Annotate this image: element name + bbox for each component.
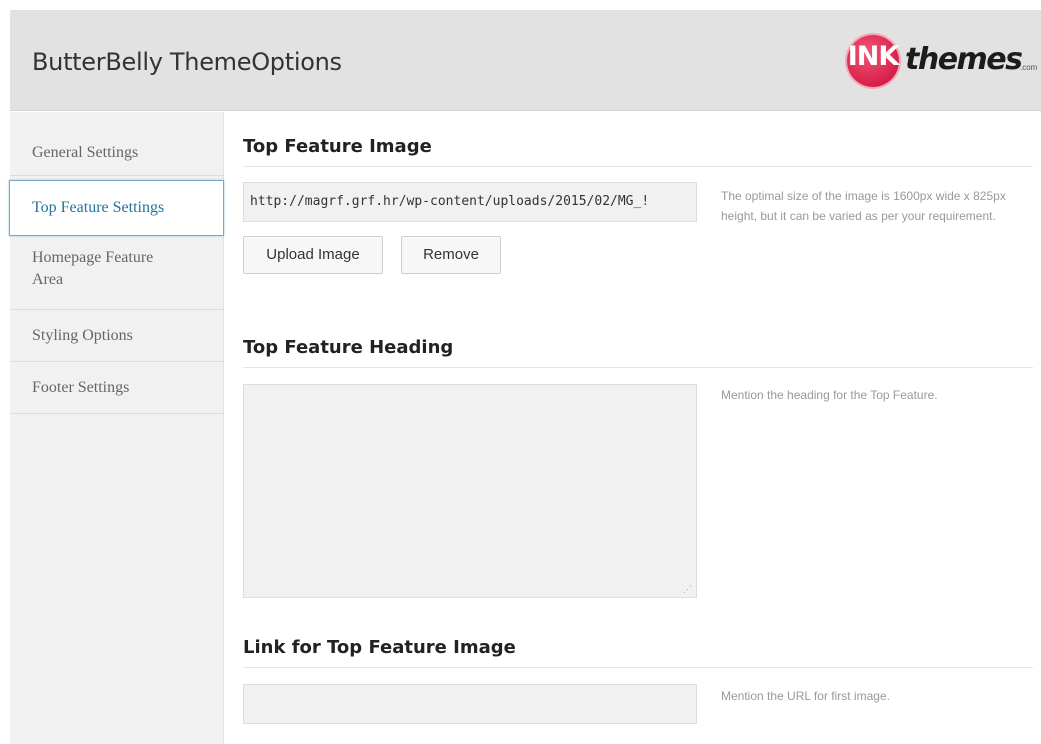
logo-suffix: .com: [1020, 63, 1038, 72]
sidebar-item-label: Footer Settings: [32, 379, 130, 396]
upload-image-button[interactable]: Upload Image: [243, 236, 383, 274]
section-title-link-top-feature-image: Link for Top Feature Image: [243, 637, 1033, 668]
logo-word: themes: [905, 42, 1023, 77]
logo-circle-icon: INK: [847, 35, 899, 87]
top-feature-heading-description: Mention the heading for the Top Feature.: [721, 388, 938, 402]
top-feature-link-input[interactable]: [243, 684, 697, 724]
sidebar-item-styling-options[interactable]: Styling Options: [10, 310, 224, 362]
sidebar-item-top-feature-settings[interactable]: Top Feature Settings: [9, 180, 224, 236]
top-feature-image-description: The optimal size of the image is 1600px …: [721, 189, 1006, 223]
remove-button[interactable]: Remove: [401, 236, 501, 274]
sidebar-item-label: Homepage Feature Area: [32, 249, 154, 288]
logo-circle-text: INK: [847, 41, 900, 72]
sidebar-item-general-settings[interactable]: General Settings: [10, 130, 224, 176]
page-header: ButterBelly ThemeOptions INK themes .com: [10, 10, 1041, 111]
top-feature-link-description: Mention the URL for first image.: [721, 689, 890, 703]
page-title: ButterBelly ThemeOptions: [32, 48, 342, 76]
section-title-top-feature-heading: Top Feature Heading: [243, 337, 1033, 368]
section-title-top-feature-image: Top Feature Image: [243, 136, 1033, 167]
sidebar-item-label: Styling Options: [32, 327, 133, 344]
sidebar-item-homepage-feature-area[interactable]: Homepage Feature Area: [10, 236, 224, 310]
sidebar-item-label: General Settings: [32, 144, 139, 161]
sidebar-item-label: Top Feature Settings: [32, 199, 165, 216]
top-feature-image-url-input[interactable]: http://magrf.grf.hr/wp-content/uploads/2…: [243, 182, 697, 222]
sidebar: General Settings Top Feature Settings Ho…: [9, 112, 224, 744]
inkthemes-logo[interactable]: INK themes .com: [847, 35, 1041, 87]
resize-grip-icon[interactable]: ⋰: [683, 585, 692, 594]
sidebar-item-footer-settings[interactable]: Footer Settings: [10, 362, 224, 414]
top-feature-heading-textarea[interactable]: ⋰: [243, 384, 697, 598]
